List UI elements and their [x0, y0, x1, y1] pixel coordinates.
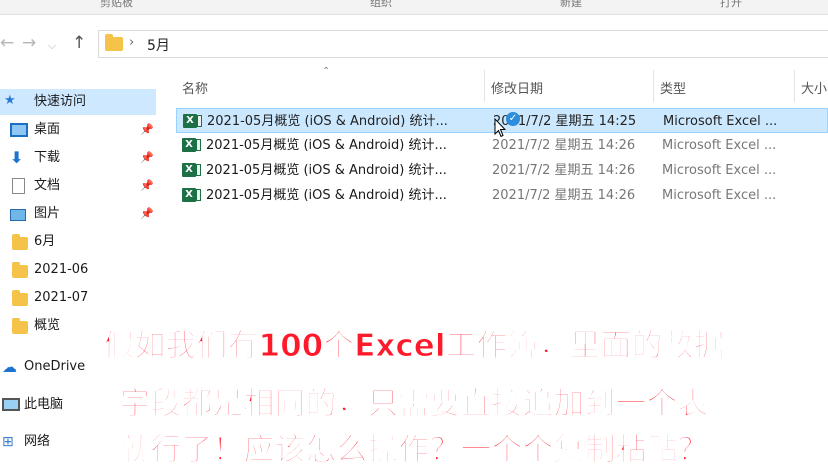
file-type: Microsoft Excel ...: [662, 163, 777, 178]
excel-file-icon: X: [183, 114, 202, 128]
column-header-label: 名称: [182, 82, 209, 97]
sync-status-icon: ✓: [506, 112, 520, 126]
sidebar-item-documents[interactable]: 文档 📌: [0, 173, 160, 199]
column-header-size[interactable]: 大小: [795, 66, 828, 102]
ribbon-group-clipboard: 剪贴板: [100, 0, 133, 9]
file-name: 2021-05月概览 (iOS & Android) 统计...: [206, 188, 447, 203]
folder-icon: [12, 262, 28, 278]
column-header-label: 大小: [801, 82, 828, 97]
up-arrow-icon[interactable]: ↑: [72, 33, 86, 53]
forward-arrow-icon[interactable]: →: [22, 33, 36, 53]
sidebar-item-label: 2021-06: [34, 262, 89, 277]
sidebar-item-label: 6月: [34, 234, 56, 249]
sidebar-item-folder-2021-06[interactable]: 2021-06: [0, 257, 160, 283]
ribbon-group-organize: 组织: [370, 0, 392, 9]
pictures-icon: [10, 209, 26, 221]
back-arrow-icon[interactable]: ←: [0, 33, 14, 53]
ribbon-group-labels: 剪贴板 组织 新建 打开: [0, 0, 828, 15]
sidebar-item-quick-access[interactable]: ★ 快速访问: [0, 89, 156, 115]
caption-line-2: 字段都是相同的，只需要直接追加到一个表: [119, 386, 709, 423]
sidebar-item-label: 文档: [34, 178, 61, 193]
folder-icon: [12, 290, 28, 306]
mouse-cursor-icon: [494, 118, 506, 138]
sidebar-item-label: 快速访问: [34, 94, 87, 109]
download-icon: ⬇: [10, 148, 24, 167]
star-icon: ★: [4, 93, 16, 108]
excel-file-icon: X: [182, 138, 201, 152]
ribbon-group-open: 打开: [720, 0, 742, 9]
column-header-date[interactable]: 修改日期: [485, 66, 653, 102]
file-name: 2021-05月概览 (iOS & Android) 统计...: [206, 163, 447, 178]
sidebar-item-pictures[interactable]: 图片 📌: [0, 201, 160, 227]
column-header-name[interactable]: 名称: [176, 66, 486, 102]
excel-file-icon: X: [182, 188, 201, 202]
sidebar-item-label: 图片: [34, 206, 61, 221]
document-icon: [12, 178, 25, 194]
file-date: 2021/7/2 星期五 14:26: [492, 138, 636, 153]
file-type: Microsoft Excel ...: [663, 114, 778, 129]
pin-icon: 📌: [140, 207, 154, 220]
breadcrumb-separator-icon: ›: [129, 35, 135, 50]
column-header-label: 类型: [660, 82, 687, 97]
pin-icon: 📌: [140, 151, 154, 164]
file-date: 2021/7/2 星期五 14:26: [492, 163, 636, 178]
address-bar-row: ← → ⌵ ↑ › 5月: [0, 24, 828, 62]
sidebar-item-desktop[interactable]: 桌面 📌: [0, 117, 160, 143]
sidebar-item-label: 下载: [34, 150, 61, 165]
pin-icon: 📌: [140, 123, 154, 136]
sidebar-item-folder-2021-07[interactable]: 2021-07: [0, 285, 160, 311]
desktop-icon: [10, 123, 28, 137]
file-row[interactable]: X 2021-05月概览 (iOS & Android) 统计... 2021/…: [176, 183, 828, 208]
file-type: Microsoft Excel ...: [662, 138, 777, 153]
sidebar-item-label: 桌面: [34, 122, 61, 137]
pin-icon: 📌: [140, 179, 154, 192]
folder-icon: [105, 34, 123, 51]
breadcrumb-current-folder[interactable]: 5月: [147, 35, 170, 55]
file-row[interactable]: X 2021-05月概览 (iOS & Android) 统计... 2021/…: [176, 158, 828, 183]
sidebar-item-downloads[interactable]: ⬇ 下载 📌: [0, 145, 160, 171]
caption-line-3: 就行了！应该怎么操作？一个个复制粘贴？: [119, 432, 709, 469]
recent-dropdown-icon[interactable]: ⌵: [48, 36, 56, 56]
sidebar-item-label: 2021-07: [34, 290, 89, 305]
column-header-label: 修改日期: [491, 82, 544, 97]
excel-file-icon: X: [182, 163, 201, 177]
folder-icon: [12, 234, 28, 250]
file-date: 2021/7/2 星期五 14:26: [492, 188, 636, 203]
column-header-type[interactable]: 类型: [654, 66, 794, 102]
address-input[interactable]: › 5月: [98, 30, 828, 58]
file-type: Microsoft Excel ...: [662, 188, 777, 203]
file-name: 2021-05月概览 (iOS & Android) 统计...: [207, 114, 448, 129]
caption-line-1: 假如我们有100个Excel工作簿，里面的数据: [103, 328, 725, 365]
sidebar-item-folder-6[interactable]: 6月: [0, 229, 160, 255]
file-name: 2021-05月概览 (iOS & Android) 统计...: [206, 138, 447, 153]
ribbon-group-new: 新建: [560, 0, 582, 9]
